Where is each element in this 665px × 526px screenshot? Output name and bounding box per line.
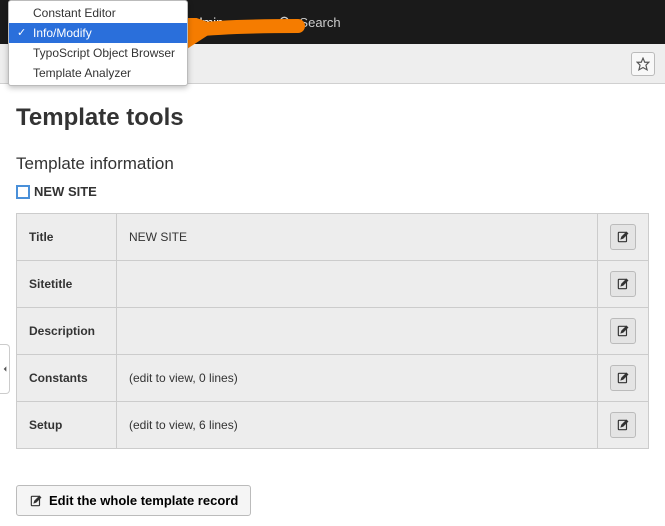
edit-icon [616, 230, 630, 244]
dropdown-item-template-analyzer[interactable]: Template Analyzer [9, 63, 187, 83]
table-row: Title NEW SITE [17, 214, 649, 261]
edit-whole-template-button[interactable]: Edit the whole template record [16, 485, 251, 516]
row-value [117, 308, 598, 355]
chevron-left-icon [1, 365, 9, 373]
row-label: Title [17, 214, 117, 261]
dropdown-item-typoscript-browser[interactable]: TypoScript Object Browser [9, 43, 187, 63]
table-row: Constants (edit to view, 0 lines) [17, 355, 649, 402]
star-icon [636, 57, 650, 71]
dropdown-item-constant-editor[interactable]: Constant Editor [9, 3, 187, 23]
edit-title-button[interactable] [610, 224, 636, 250]
edit-whole-label: Edit the whole template record [49, 493, 238, 508]
edit-icon [616, 324, 630, 338]
edit-icon [616, 418, 630, 432]
edit-sitetitle-button[interactable] [610, 271, 636, 297]
row-value: (edit to view, 0 lines) [117, 355, 598, 402]
bookmark-button[interactable] [631, 52, 655, 76]
page-icon [16, 185, 30, 199]
template-info-table: Title NEW SITE Sitetitle Description Con… [16, 213, 649, 449]
table-row: Description [17, 308, 649, 355]
row-value: NEW SITE [117, 214, 598, 261]
edit-description-button[interactable] [610, 318, 636, 344]
edit-constants-button[interactable] [610, 365, 636, 391]
edit-setup-button[interactable] [610, 412, 636, 438]
edit-icon [616, 371, 630, 385]
section-title: Template information [16, 154, 649, 174]
module-dropdown[interactable]: Constant Editor Info/Modify TypoScript O… [8, 0, 188, 86]
row-value [117, 261, 598, 308]
sidebar-collapse-tab[interactable] [0, 344, 10, 394]
row-label: Constants [17, 355, 117, 402]
site-name: NEW SITE [34, 184, 97, 199]
table-row: Sitetitle [17, 261, 649, 308]
row-label: Sitetitle [17, 261, 117, 308]
page-title: Template tools [16, 104, 649, 132]
edit-icon [29, 494, 43, 508]
dropdown-item-info-modify[interactable]: Info/Modify [9, 23, 187, 43]
row-label: Description [17, 308, 117, 355]
table-row: Setup (edit to view, 6 lines) [17, 402, 649, 449]
annotation-arrow [188, 18, 308, 58]
row-value: (edit to view, 6 lines) [117, 402, 598, 449]
row-label: Setup [17, 402, 117, 449]
site-row: NEW SITE [16, 184, 649, 199]
edit-icon [616, 277, 630, 291]
